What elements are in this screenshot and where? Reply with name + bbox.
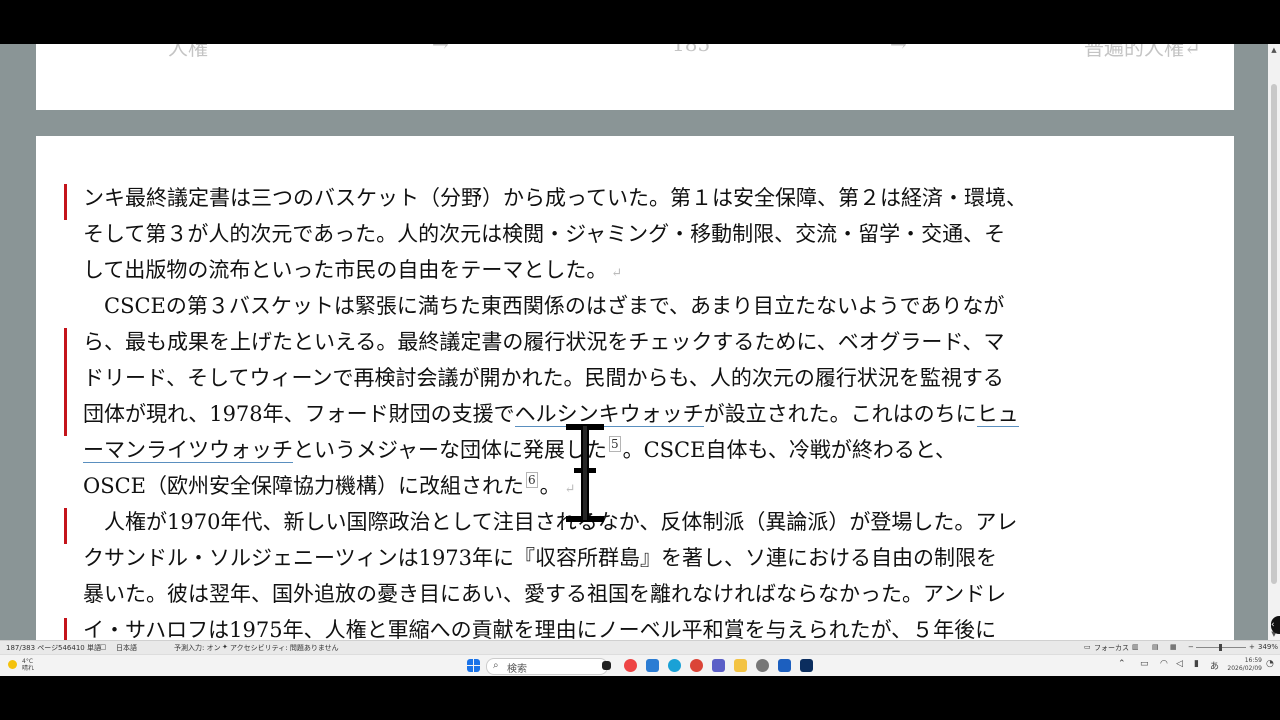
letterbox-bottom (0, 676, 1280, 720)
text-line[interactable]: イ・サハロフは1975年、人権と軍縮への貢献を理由にノーベル平和賞を与えられたが… (83, 616, 996, 640)
footnote-reference[interactable]: 5 (608, 436, 621, 452)
settings-icon[interactable] (756, 659, 769, 672)
text-line[interactable]: ンキ最終議定書は三つのバスケット（分野）から成っていた。第１は安全保障、第２は経… (83, 184, 1027, 212)
copilot-icon[interactable] (624, 659, 637, 672)
text-segment: OSCE（欧州安全保障協力機構）に改組された (83, 474, 524, 498)
scrollbar-thumb[interactable] (1271, 84, 1277, 584)
zoom-level[interactable]: 349% (1258, 643, 1278, 651)
text-line[interactable]: そして第３が人的次元であった。人的次元は検閲・ジャミング・移動制限、交流・留学・… (83, 220, 1005, 248)
table-cell: → (432, 44, 449, 56)
accessibility-icon: ✦ (222, 643, 228, 651)
speaker-icon[interactable]: ◁ (1176, 659, 1183, 669)
footnote-reference[interactable]: 6 (526, 472, 538, 488)
text-line[interactable]: クサンドル・ソルジェニーツィンは1973年に『収容所群島』を著し、ソ連における自… (83, 544, 997, 572)
edge-icon[interactable] (668, 659, 681, 672)
focus-button[interactable]: フォーカス (1094, 643, 1129, 653)
zoom-out-icon[interactable]: − (1188, 643, 1194, 651)
proofing-icon[interactable]: ▢ (100, 643, 107, 651)
human-rights-watch-link[interactable]: ーマンライツウォッチ (83, 438, 293, 463)
text-line[interactable]: ーマンライツウォッチというメジャーな団体に発展した 5 。CSCE自体も、冷戦が終わ… (83, 436, 956, 464)
text-line[interactable]: 人権が1970年代、新しい国際政治として注目されるなか、反体制派（異論派）が登場… (83, 508, 1017, 536)
text-line[interactable]: ドリード、そしてウィーンで再検討会議が開かれた。民間からも、人的次元の履行状況を… (83, 364, 1004, 392)
scroll-up-icon[interactable]: ▲ (1268, 44, 1280, 56)
table-cell: 185 (672, 44, 711, 56)
change-bar (64, 184, 67, 220)
windows-start-icon[interactable] (467, 659, 480, 672)
change-bar (64, 618, 67, 640)
previous-page: 人権 → 185 → 普遍的人権↵ (36, 44, 1234, 110)
zoom-in-icon[interactable]: + (1249, 643, 1255, 651)
human-rights-watch-link[interactable]: ヒュ (976, 402, 1019, 427)
change-bar (64, 508, 67, 544)
text-cursor-icon (566, 424, 604, 522)
table-cell: 人権 (168, 44, 208, 60)
vertical-scrollbar[interactable]: ▲ ▼ (1268, 44, 1280, 640)
taskbar: 4°C 晴れ ⌕ 検索 ⌃ ▭ ◠ ◁ ▮ あ 16:59 2026/02/09 ◔ (0, 654, 1280, 677)
zoom-slider-knob[interactable] (1219, 644, 1222, 651)
predictive-input[interactable]: 予測入力: オン (174, 643, 221, 653)
text-line[interactable]: ら、最も成果を上げたといえる。最終議定書の履行状況をチェックするために、ベオグラ… (83, 328, 1004, 356)
weather-desc: 晴れ (22, 665, 35, 672)
screen: 人権 → 185 → 普遍的人権↵ ンキ最終議定書は三つのバスケット（分野）から… (0, 0, 1280, 720)
wifi-icon[interactable]: ◠ (1160, 659, 1168, 669)
focus-icon: ▭ (1084, 643, 1091, 651)
search-placeholder: 検索 (507, 664, 527, 675)
keyboard-icon[interactable]: ▭ (1140, 659, 1149, 669)
word-icon[interactable] (778, 659, 791, 672)
teams-icon[interactable] (712, 659, 725, 672)
text-segment: 。CSCE自体も、冷戦が終わると、 (622, 438, 956, 462)
sun-icon (8, 660, 17, 669)
bell-icon[interactable]: ◔ (1266, 659, 1274, 669)
search-icon: ⌕ (493, 660, 499, 671)
text-line[interactable]: 暴いた。彼は翌年、国外追放の憂き目にあい、愛する祖国を離れなければならなかった。… (83, 580, 1006, 608)
table-cell: 普遍的人権↵ (1084, 44, 1201, 60)
task-view-icon[interactable] (602, 661, 611, 670)
status-bar: 187/383 ページ 546410 単語 ▢ 日本語 予測入力: オン ✦ ア… (0, 640, 1280, 655)
current-page[interactable]: ンキ最終議定書は三つのバスケット（分野）から成っていた。第１は安全保障、第２は経… (36, 136, 1234, 640)
web-layout-icon[interactable]: ▦ (1170, 643, 1177, 651)
text-line[interactable]: 団体が現れ、1978年、フォード財団の支援でヘルシンキウォッチが設立された。これ… (83, 400, 1019, 428)
file-explorer-icon[interactable] (734, 659, 747, 672)
word-count[interactable]: 546410 単語 (58, 643, 101, 653)
date: 2026/02/09 (1227, 665, 1262, 672)
time: 16:59 (1244, 657, 1262, 664)
accessibility-status[interactable]: アクセシビリティ: 問題ありません (230, 643, 339, 653)
text-segment: 。 (539, 474, 561, 498)
taskbar-search[interactable]: ⌕ 検索 (486, 658, 608, 675)
app-icon[interactable] (800, 659, 813, 672)
battery-icon[interactable]: ▮ (1194, 659, 1199, 669)
outlook-icon[interactable] (646, 659, 659, 672)
document-canvas[interactable]: 人権 → 185 → 普遍的人権↵ ンキ最終議定書は三つのバスケット（分野）から… (0, 44, 1268, 640)
language[interactable]: 日本語 (116, 643, 137, 653)
chevron-up-icon[interactable]: ⌃ (1118, 659, 1126, 669)
clock[interactable]: 16:59 2026/02/09 (1226, 657, 1262, 673)
page-count[interactable]: 187/383 ページ (6, 643, 58, 653)
text-segment: して出版物の流布といった市民の自由をテーマとした。 (83, 258, 608, 282)
table-cell: → (890, 44, 907, 56)
text-line[interactable]: して出版物の流布といった市民の自由をテーマとした。 ↵ (83, 256, 622, 284)
letterbox-top (0, 0, 1280, 44)
paragraph-mark: ↵ (611, 266, 623, 281)
chrome-icon[interactable] (690, 659, 703, 672)
text-line[interactable]: OSCE（欧州安全保障協力機構）に改組された 6。 ↵ (83, 472, 576, 500)
weather-temp: 4°C (22, 658, 34, 665)
text-line[interactable]: CSCEの第３バスケットは緊張に満ちた東西関係のはざまで、あまり目立たないようで… (83, 292, 1004, 320)
read-mode-icon[interactable]: ▥ (1132, 643, 1139, 651)
text-segment: が設立された。これはのちに (703, 402, 977, 426)
change-bar (64, 328, 67, 436)
chevron-left-icon[interactable]: ‹ (1271, 616, 1280, 634)
ime-icon[interactable]: あ (1210, 659, 1219, 672)
print-layout-icon[interactable]: ▤ (1152, 643, 1159, 651)
text-segment: 団体が現れ、1978年、フォード財団の支援で (83, 402, 515, 426)
